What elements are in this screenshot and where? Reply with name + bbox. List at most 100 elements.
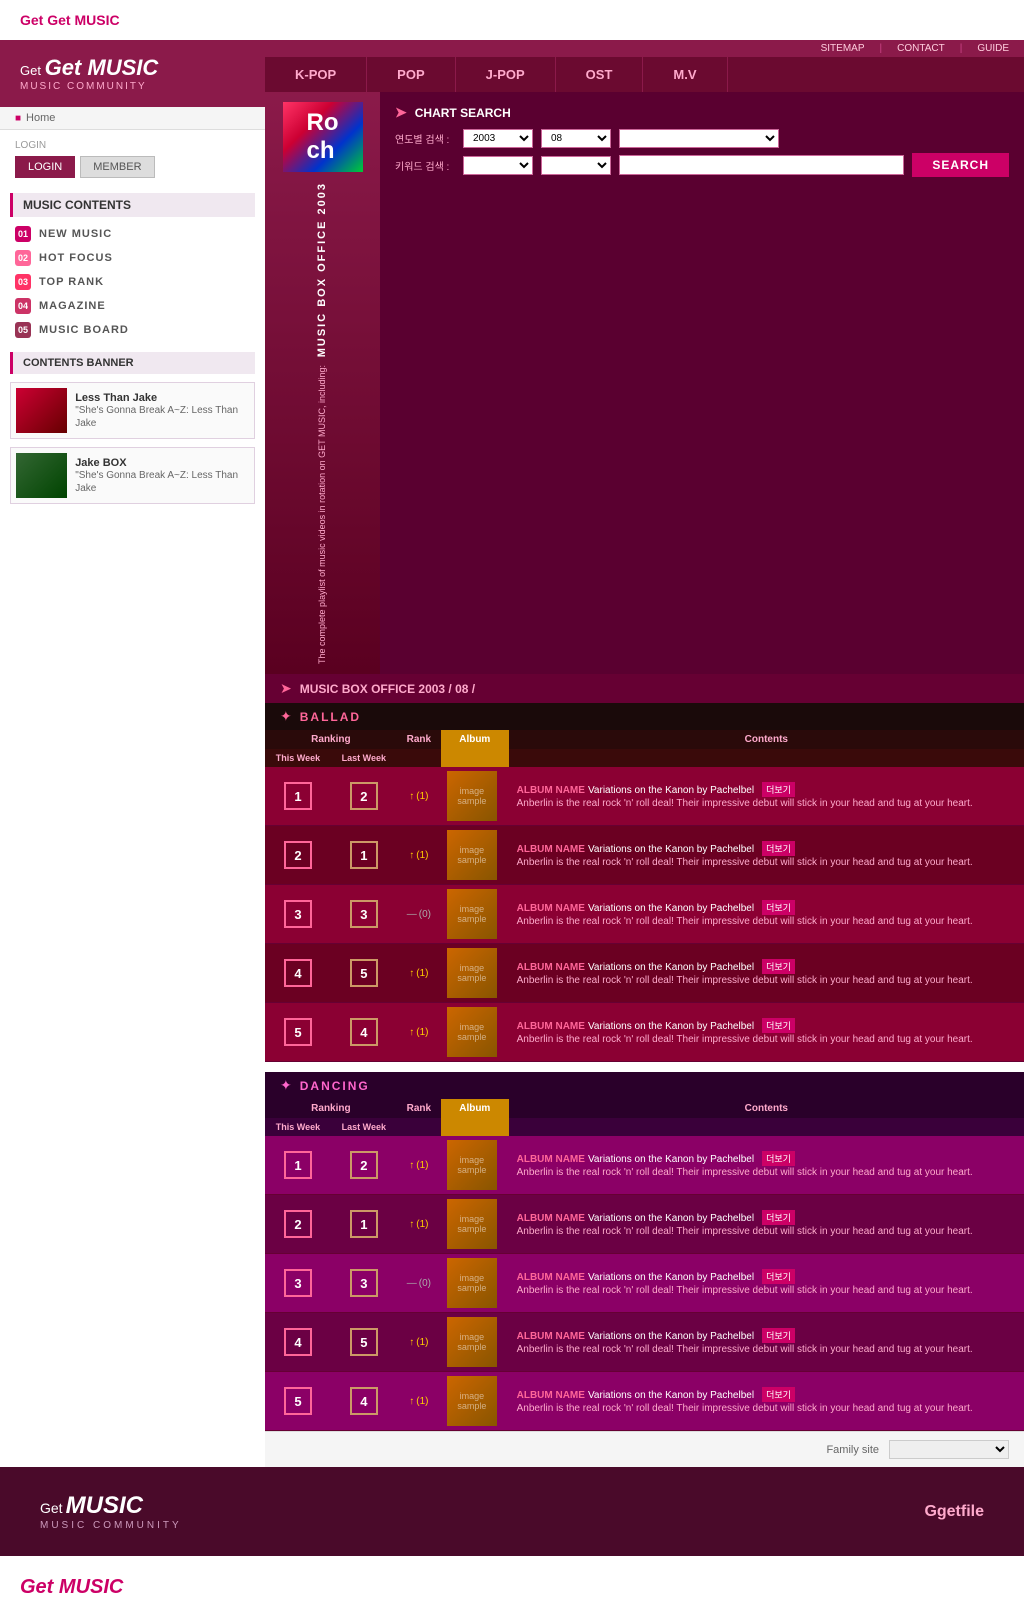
this-week-cell: 5 [265,1372,331,1431]
album-name-label: ALBUM NAME [517,962,585,973]
more-button[interactable]: 더보기 [762,1210,795,1225]
search-button[interactable]: SEARCH [912,153,1009,177]
album-cell[interactable]: imagesample [441,767,509,826]
banner-search-area: Roch MUSIC BOX OFFICE 2003 The complete … [265,92,1024,674]
page-wrapper: Get Get MUSIC Get Get MUSIC MUSIC COMMUN… [0,0,1024,1619]
rank-change-cell: ↑(1) [397,944,441,1003]
table-row: 33—(0)imagesample ALBUM NAME Variations … [265,1254,1024,1313]
this-week-cell: 1 [265,1136,331,1195]
album-thumb-text: imagesample [457,1273,486,1293]
more-button[interactable]: 더보기 [762,1269,795,1284]
rank-change-cell: ↑(1) [397,1372,441,1431]
rank-col-header-b [397,749,441,767]
album-cell[interactable]: imagesample [441,1313,509,1372]
more-button[interactable]: 더보기 [762,959,795,974]
album-cell[interactable]: imagesample [441,1136,509,1195]
dancing-header-row: Ranking Rank Album Contents [265,1099,1024,1118]
year-search-label: 연도별 검색 : [395,131,455,146]
nav-label-2: HOT FOCUS [39,252,113,264]
contents-cell: ALBUM NAME Variations on the Kanon by Pa… [509,1313,1024,1372]
table-row: 21↑(1)imagesample ALBUM NAME Variations … [265,1195,1024,1254]
this-week-header-d: This Week [265,1118,331,1136]
main-area: Get Get MUSIC MUSIC COMMUNITY ■ Home LOG… [0,40,1024,1467]
rank-num-box: 3 [284,1269,312,1297]
more-button[interactable]: 더보기 [762,1151,795,1166]
tab-ost[interactable]: OST [556,57,644,92]
album-thumb-text: imagesample [457,1022,486,1042]
more-button[interactable]: 더보기 [762,1387,795,1402]
tab-pop[interactable]: POP [367,57,455,92]
album-cell[interactable]: imagesample [441,885,509,944]
nav-sitemap[interactable]: SITEMAP [821,43,865,54]
year-select-3[interactable] [619,129,779,148]
nav-guide[interactable]: GUIDE [977,43,1009,54]
nav-label-5: MUSIC BOARD [39,324,129,336]
family-site-select[interactable] [889,1440,1009,1459]
rank-col-header-d [397,1118,441,1136]
keyword-select-2[interactable] [541,156,611,175]
nav-item-music-board[interactable]: 05 MUSIC BOARD [0,318,265,342]
album-cell[interactable]: imagesample [441,1003,509,1062]
contents-cell: ALBUM NAME Variations on the Kanon by Pa… [509,1003,1024,1062]
album-name-row: ALBUM NAME Variations on the Kanon by Pa… [517,1269,1016,1284]
more-button[interactable]: 더보기 [762,841,795,856]
ballad-subheader-row: This Week Last Week [265,749,1024,767]
more-button[interactable]: 더보기 [762,1018,795,1033]
keyword-input[interactable] [619,155,904,175]
nav-item-top-rank[interactable]: 03 TOP RANK [0,270,265,294]
rank-num-box: 1 [284,782,312,810]
content-desc: Anberlin is the real rock 'n' roll deal!… [517,974,1016,988]
rank-change-cell: ↑(1) [397,767,441,826]
album-cell[interactable]: imagesample [441,1372,509,1431]
this-week-cell: 4 [265,944,331,1003]
album-cell[interactable]: imagesample [441,1195,509,1254]
more-button[interactable]: 더보기 [762,1328,795,1343]
nav-list: 01 NEW MUSIC 02 HOT FOCUS 03 TOP RANK 04… [0,222,265,342]
album-name-val: Variations on the Kanon by Pachelbel [588,903,754,914]
more-button[interactable]: 더보기 [762,782,795,797]
year-select-1[interactable]: 2003 [463,129,533,148]
album-cell[interactable]: imagesample [441,826,509,885]
table-row: 45↑(1)imagesample ALBUM NAME Variations … [265,944,1024,1003]
this-week-cell: 3 [265,885,331,944]
nav-item-magazine[interactable]: 04 MAGAZINE [0,294,265,318]
album-cell[interactable]: imagesample [441,944,509,1003]
nav-num-1: 01 [15,226,31,242]
music-box-header: ➤ MUSIC BOX OFFICE 2003 / 08 / [265,674,1024,703]
ballad-tbody: 12↑(1)imagesample ALBUM NAME Variations … [265,767,1024,1062]
album-name-row: ALBUM NAME Variations on the Kanon by Pa… [517,782,1016,797]
tab-mv[interactable]: M.V [643,57,727,92]
login-area: LOGIN LOGIN MEMBER [0,130,265,188]
dancing-section: ✦ DANCING Ranking Rank Album Contents [265,1072,1024,1431]
banner-desc-1: "She's Gonna Break A~Z: Less Than Jake [75,404,249,430]
year-select-2[interactable]: 08 [541,129,611,148]
login-button[interactable]: LOGIN [15,156,75,178]
album-thumb: imagesample [447,1317,497,1367]
nav-item-hot-focus[interactable]: 02 HOT FOCUS [0,246,265,270]
contents-cell: ALBUM NAME Variations on the Kanon by Pa… [509,1372,1024,1431]
bottom-logo-music: MUSIC [66,1492,143,1519]
album-name-label: ALBUM NAME [517,1272,585,1283]
keyword-select-1[interactable] [463,156,533,175]
banner-thumb-2 [16,453,67,498]
member-button[interactable]: MEMBER [80,156,154,178]
album-thumb: imagesample [447,1199,497,1249]
tab-kpop[interactable]: K-POP [265,57,367,92]
tab-jpop[interactable]: J-POP [456,57,556,92]
album-cell[interactable]: imagesample [441,1254,509,1313]
album-name-val: Variations on the Kanon by Pachelbel [588,844,754,855]
top-logo-get: Get [20,12,43,28]
rank-num-box: 4 [284,1328,312,1356]
album-name-row: ALBUM NAME Variations on the Kanon by Pa… [517,959,1016,974]
banner-item-1[interactable]: Less Than Jake "She's Gonna Break A~Z: L… [10,382,255,439]
rank-num-box: 1 [284,1151,312,1179]
album-name-val: Variations on the Kanon by Pachelbel [588,1213,754,1224]
contents-cell: ALBUM NAME Variations on the Kanon by Pa… [509,1254,1024,1313]
banner-item-2[interactable]: Jake BOX "She's Gonna Break A~Z: Less Th… [10,447,255,504]
nav-item-new-music[interactable]: 01 NEW MUSIC [0,222,265,246]
album-name-val: Variations on the Kanon by Pachelbel [588,1154,754,1165]
content-desc: Anberlin is the real rock 'n' roll deal!… [517,1284,1016,1298]
more-button[interactable]: 더보기 [762,900,795,915]
nav-contact[interactable]: CONTACT [897,43,945,54]
rank-change-cell: ↑(1) [397,1136,441,1195]
